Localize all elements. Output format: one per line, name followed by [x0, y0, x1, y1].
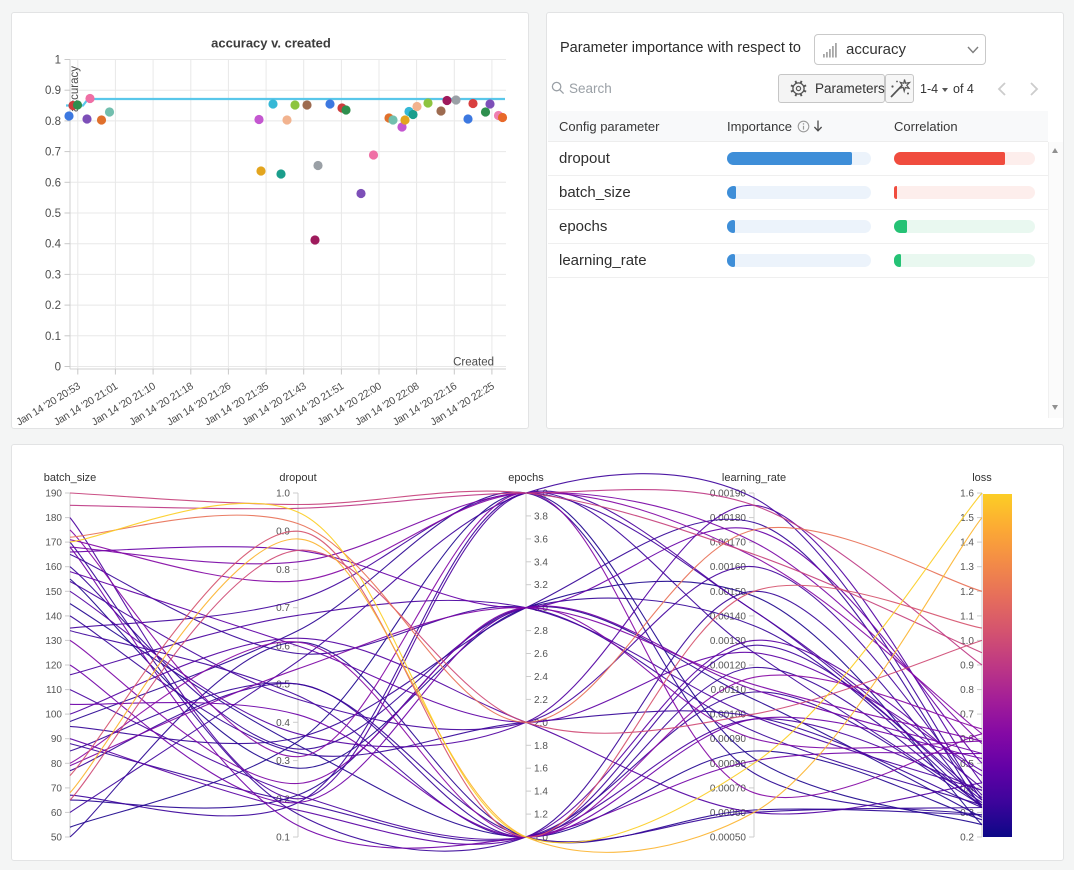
svg-text:1: 1: [55, 55, 61, 67]
svg-text:130: 130: [45, 636, 62, 647]
svg-text:epochs: epochs: [508, 472, 544, 484]
svg-text:Jan 14 '20 22:25: Jan 14 '20 22:25: [428, 380, 496, 428]
svg-text:0.00170: 0.00170: [710, 538, 747, 549]
svg-text:0.7: 0.7: [960, 710, 974, 721]
svg-text:Jan 14 '20 22:16: Jan 14 '20 22:16: [391, 380, 459, 428]
svg-text:batch_size: batch_size: [44, 472, 97, 484]
svg-text:2.6: 2.6: [534, 649, 548, 660]
svg-text:1.4: 1.4: [534, 787, 548, 798]
svg-text:0.7: 0.7: [45, 147, 61, 159]
svg-text:2.8: 2.8: [534, 626, 548, 637]
svg-text:1.3: 1.3: [960, 562, 974, 573]
svg-text:0.00050: 0.00050: [710, 833, 747, 844]
svg-text:1.1: 1.1: [960, 611, 974, 622]
svg-text:3.8: 3.8: [534, 511, 548, 522]
svg-text:70: 70: [51, 783, 63, 794]
svg-text:Jan 14 '20 22:00: Jan 14 '20 22:00: [315, 380, 383, 428]
svg-text:Jan 14 '20 21:51: Jan 14 '20 21:51: [278, 380, 346, 428]
svg-text:0.1: 0.1: [45, 331, 61, 343]
svg-text:3.6: 3.6: [534, 534, 548, 545]
svg-text:0.2: 0.2: [960, 833, 974, 844]
svg-text:0.8: 0.8: [960, 685, 974, 696]
svg-text:0.3: 0.3: [45, 269, 61, 281]
svg-text:Jan 14 '20 21:43: Jan 14 '20 21:43: [240, 380, 308, 428]
svg-text:3.2: 3.2: [534, 580, 548, 591]
svg-text:loss: loss: [972, 472, 992, 484]
svg-text:0: 0: [55, 362, 61, 374]
svg-text:1.6: 1.6: [534, 764, 548, 775]
svg-text:Created: Created: [453, 357, 494, 369]
svg-text:90: 90: [51, 734, 63, 745]
svg-text:0.9: 0.9: [45, 85, 61, 97]
svg-text:0.8: 0.8: [45, 116, 61, 128]
svg-text:1.0: 1.0: [276, 489, 290, 500]
svg-text:180: 180: [45, 513, 62, 524]
svg-text:120: 120: [45, 661, 62, 672]
svg-text:150: 150: [45, 587, 62, 598]
svg-text:0.4: 0.4: [45, 239, 62, 251]
svg-text:dropout: dropout: [279, 472, 316, 484]
svg-text:Jan 14 '20 21:01: Jan 14 '20 21:01: [52, 380, 120, 428]
svg-text:Jan 14 '20 22:08: Jan 14 '20 22:08: [353, 380, 421, 428]
svg-text:110: 110: [46, 685, 62, 696]
svg-text:190: 190: [45, 489, 62, 500]
svg-text:Jan 14 '20 21:10: Jan 14 '20 21:10: [90, 380, 158, 428]
svg-text:Jan 14 '20 21:35: Jan 14 '20 21:35: [203, 380, 271, 428]
svg-text:0.2: 0.2: [45, 300, 61, 312]
svg-text:1.2: 1.2: [534, 810, 548, 821]
svg-text:100: 100: [45, 710, 62, 721]
svg-text:Jan 14 '20 21:26: Jan 14 '20 21:26: [165, 380, 233, 428]
svg-text:accuracy v. created: accuracy v. created: [211, 36, 331, 51]
svg-text:0.00090: 0.00090: [710, 734, 747, 745]
svg-text:0.1: 0.1: [276, 833, 290, 844]
svg-text:60: 60: [51, 808, 63, 819]
svg-text:50: 50: [51, 833, 63, 844]
svg-text:0.00160: 0.00160: [710, 562, 747, 573]
svg-text:0.9: 0.9: [960, 661, 974, 672]
svg-text:0.8: 0.8: [276, 565, 290, 576]
svg-text:1.8: 1.8: [534, 741, 548, 752]
svg-text:learning_rate: learning_rate: [722, 472, 786, 484]
svg-text:160: 160: [45, 562, 62, 573]
svg-text:2.2: 2.2: [534, 695, 548, 706]
svg-text:0.00130: 0.00130: [710, 636, 747, 647]
svg-text:140: 140: [45, 611, 62, 622]
svg-text:1.6: 1.6: [960, 489, 974, 500]
svg-text:Jan 14 '20 21:18: Jan 14 '20 21:18: [127, 380, 195, 428]
svg-text:3.4: 3.4: [534, 557, 548, 568]
svg-text:0.00070: 0.00070: [710, 783, 747, 794]
svg-text:0.5: 0.5: [960, 759, 974, 770]
svg-text:80: 80: [51, 759, 63, 770]
svg-text:170: 170: [45, 538, 62, 549]
svg-text:Jan 14 '20 20:53: Jan 14 '20 20:53: [14, 380, 82, 428]
svg-text:0.5: 0.5: [45, 208, 61, 220]
svg-text:0.6: 0.6: [45, 177, 61, 189]
svg-text:2.4: 2.4: [534, 672, 548, 683]
